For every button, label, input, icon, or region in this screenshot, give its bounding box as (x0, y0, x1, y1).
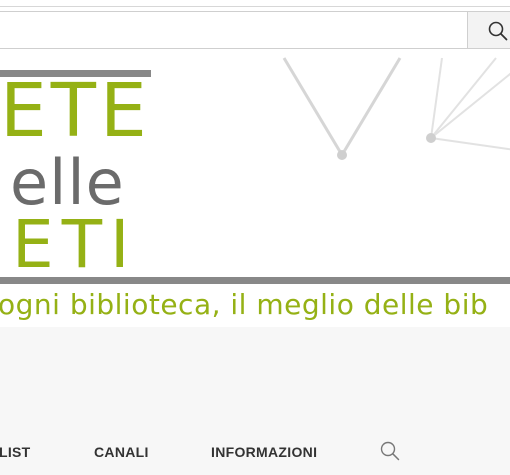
search-button[interactable] (467, 11, 510, 49)
main-nav: LIST CANALI INFORMAZIONI (0, 327, 510, 475)
site-banner[interactable]: ETE elle ETI ogni biblioteca, il meglio … (0, 50, 510, 327)
logo-text-ete: ETE (0, 68, 151, 154)
top-strip (0, 0, 510, 7)
search-input-box[interactable] (0, 11, 468, 49)
search-icon (380, 441, 400, 461)
tagline: ogni biblioteca, il meglio delle bib (0, 288, 489, 321)
nav-item-informazioni[interactable]: INFORMAZIONI (211, 444, 317, 460)
nav-item-list[interactable]: LIST (0, 444, 31, 460)
search-icon (488, 21, 508, 41)
logo-bottom-bar (0, 277, 510, 284)
nav-item-canali[interactable]: CANALI (94, 444, 149, 460)
logo-text-elle: elle (10, 146, 125, 219)
nav-search-button[interactable] (380, 441, 400, 466)
logo-text-eti: ETI (12, 206, 138, 283)
search-input[interactable] (0, 12, 467, 48)
